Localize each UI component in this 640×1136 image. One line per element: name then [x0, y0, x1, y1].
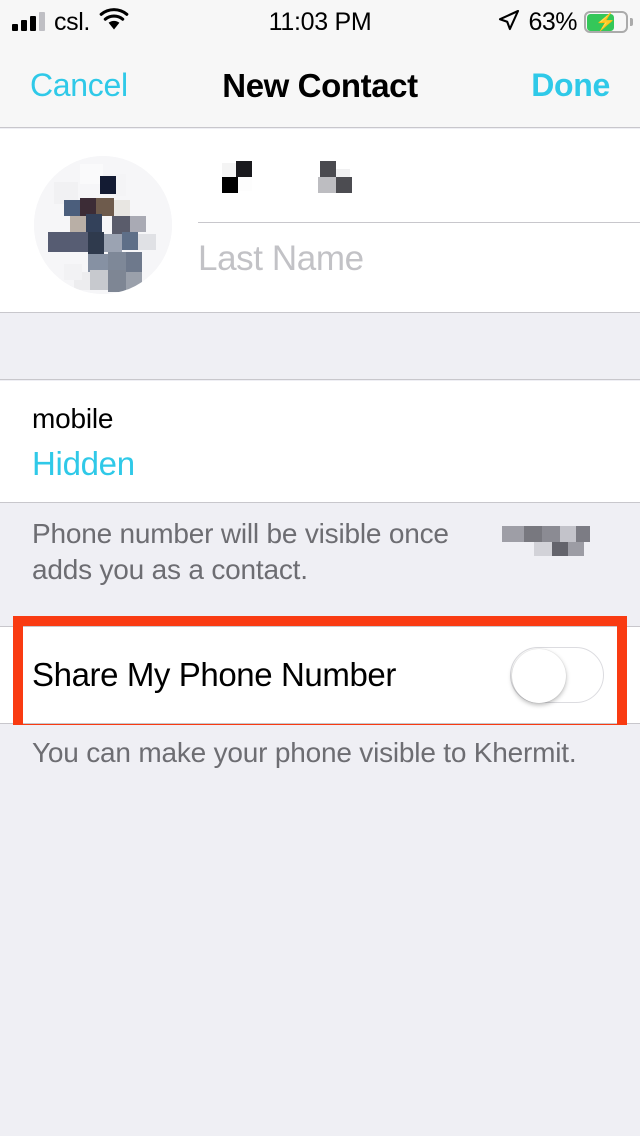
empty-area: [0, 785, 640, 1136]
status-bar: csl. 11:03 PM 63% ⚡: [0, 0, 640, 44]
share-phone-label: Share My Phone Number: [32, 656, 396, 693]
toggle-knob: [512, 649, 566, 703]
name-field-separator: [198, 222, 640, 223]
last-name-placeholder: Last Name: [198, 239, 364, 278]
share-phone-toggle[interactable]: [510, 647, 604, 703]
contact-photo-avatar[interactable]: [34, 156, 172, 294]
iphone-screen: csl. 11:03 PM 63% ⚡ Cancel New Contact D…: [0, 0, 640, 1136]
clock-label: 11:03 PM: [268, 7, 372, 36]
cancel-button[interactable]: Cancel: [30, 67, 128, 104]
location-arrow-icon: [497, 8, 521, 37]
section-gap: [0, 314, 640, 380]
battery-charging-icon: ⚡: [584, 11, 633, 33]
phone-number-row[interactable]: mobile Hidden: [0, 381, 640, 503]
last-name-input[interactable]: Last Name: [198, 224, 640, 294]
share-footer: You can make your phone visible to Kherm…: [0, 725, 640, 785]
phone-label: mobile: [32, 403, 114, 434]
redacted-contact-name: [478, 522, 590, 556]
visibility-footer: Phone number will be visible once adds y…: [0, 504, 640, 622]
share-my-phone-number-row[interactable]: Share My Phone Number: [0, 626, 640, 724]
navigation-bar: Cancel New Contact Done: [0, 44, 640, 128]
page-title: New Contact: [222, 66, 418, 104]
phone-value[interactable]: Hidden: [32, 445, 135, 483]
first-name-input[interactable]: [198, 157, 640, 222]
done-button[interactable]: Done: [531, 67, 610, 104]
battery-percent-label: 63%: [528, 7, 577, 36]
redacted-first-name: [198, 157, 398, 197]
status-bar-right: 63% ⚡: [497, 0, 633, 44]
share-footer-text: You can make your phone visible to Kherm…: [32, 737, 577, 768]
visibility-footer-line-1: Phone number will be visible once: [32, 518, 449, 549]
visibility-footer-line-2: adds you as a contact.: [32, 554, 308, 585]
contact-name-section: Last Name: [0, 129, 640, 313]
